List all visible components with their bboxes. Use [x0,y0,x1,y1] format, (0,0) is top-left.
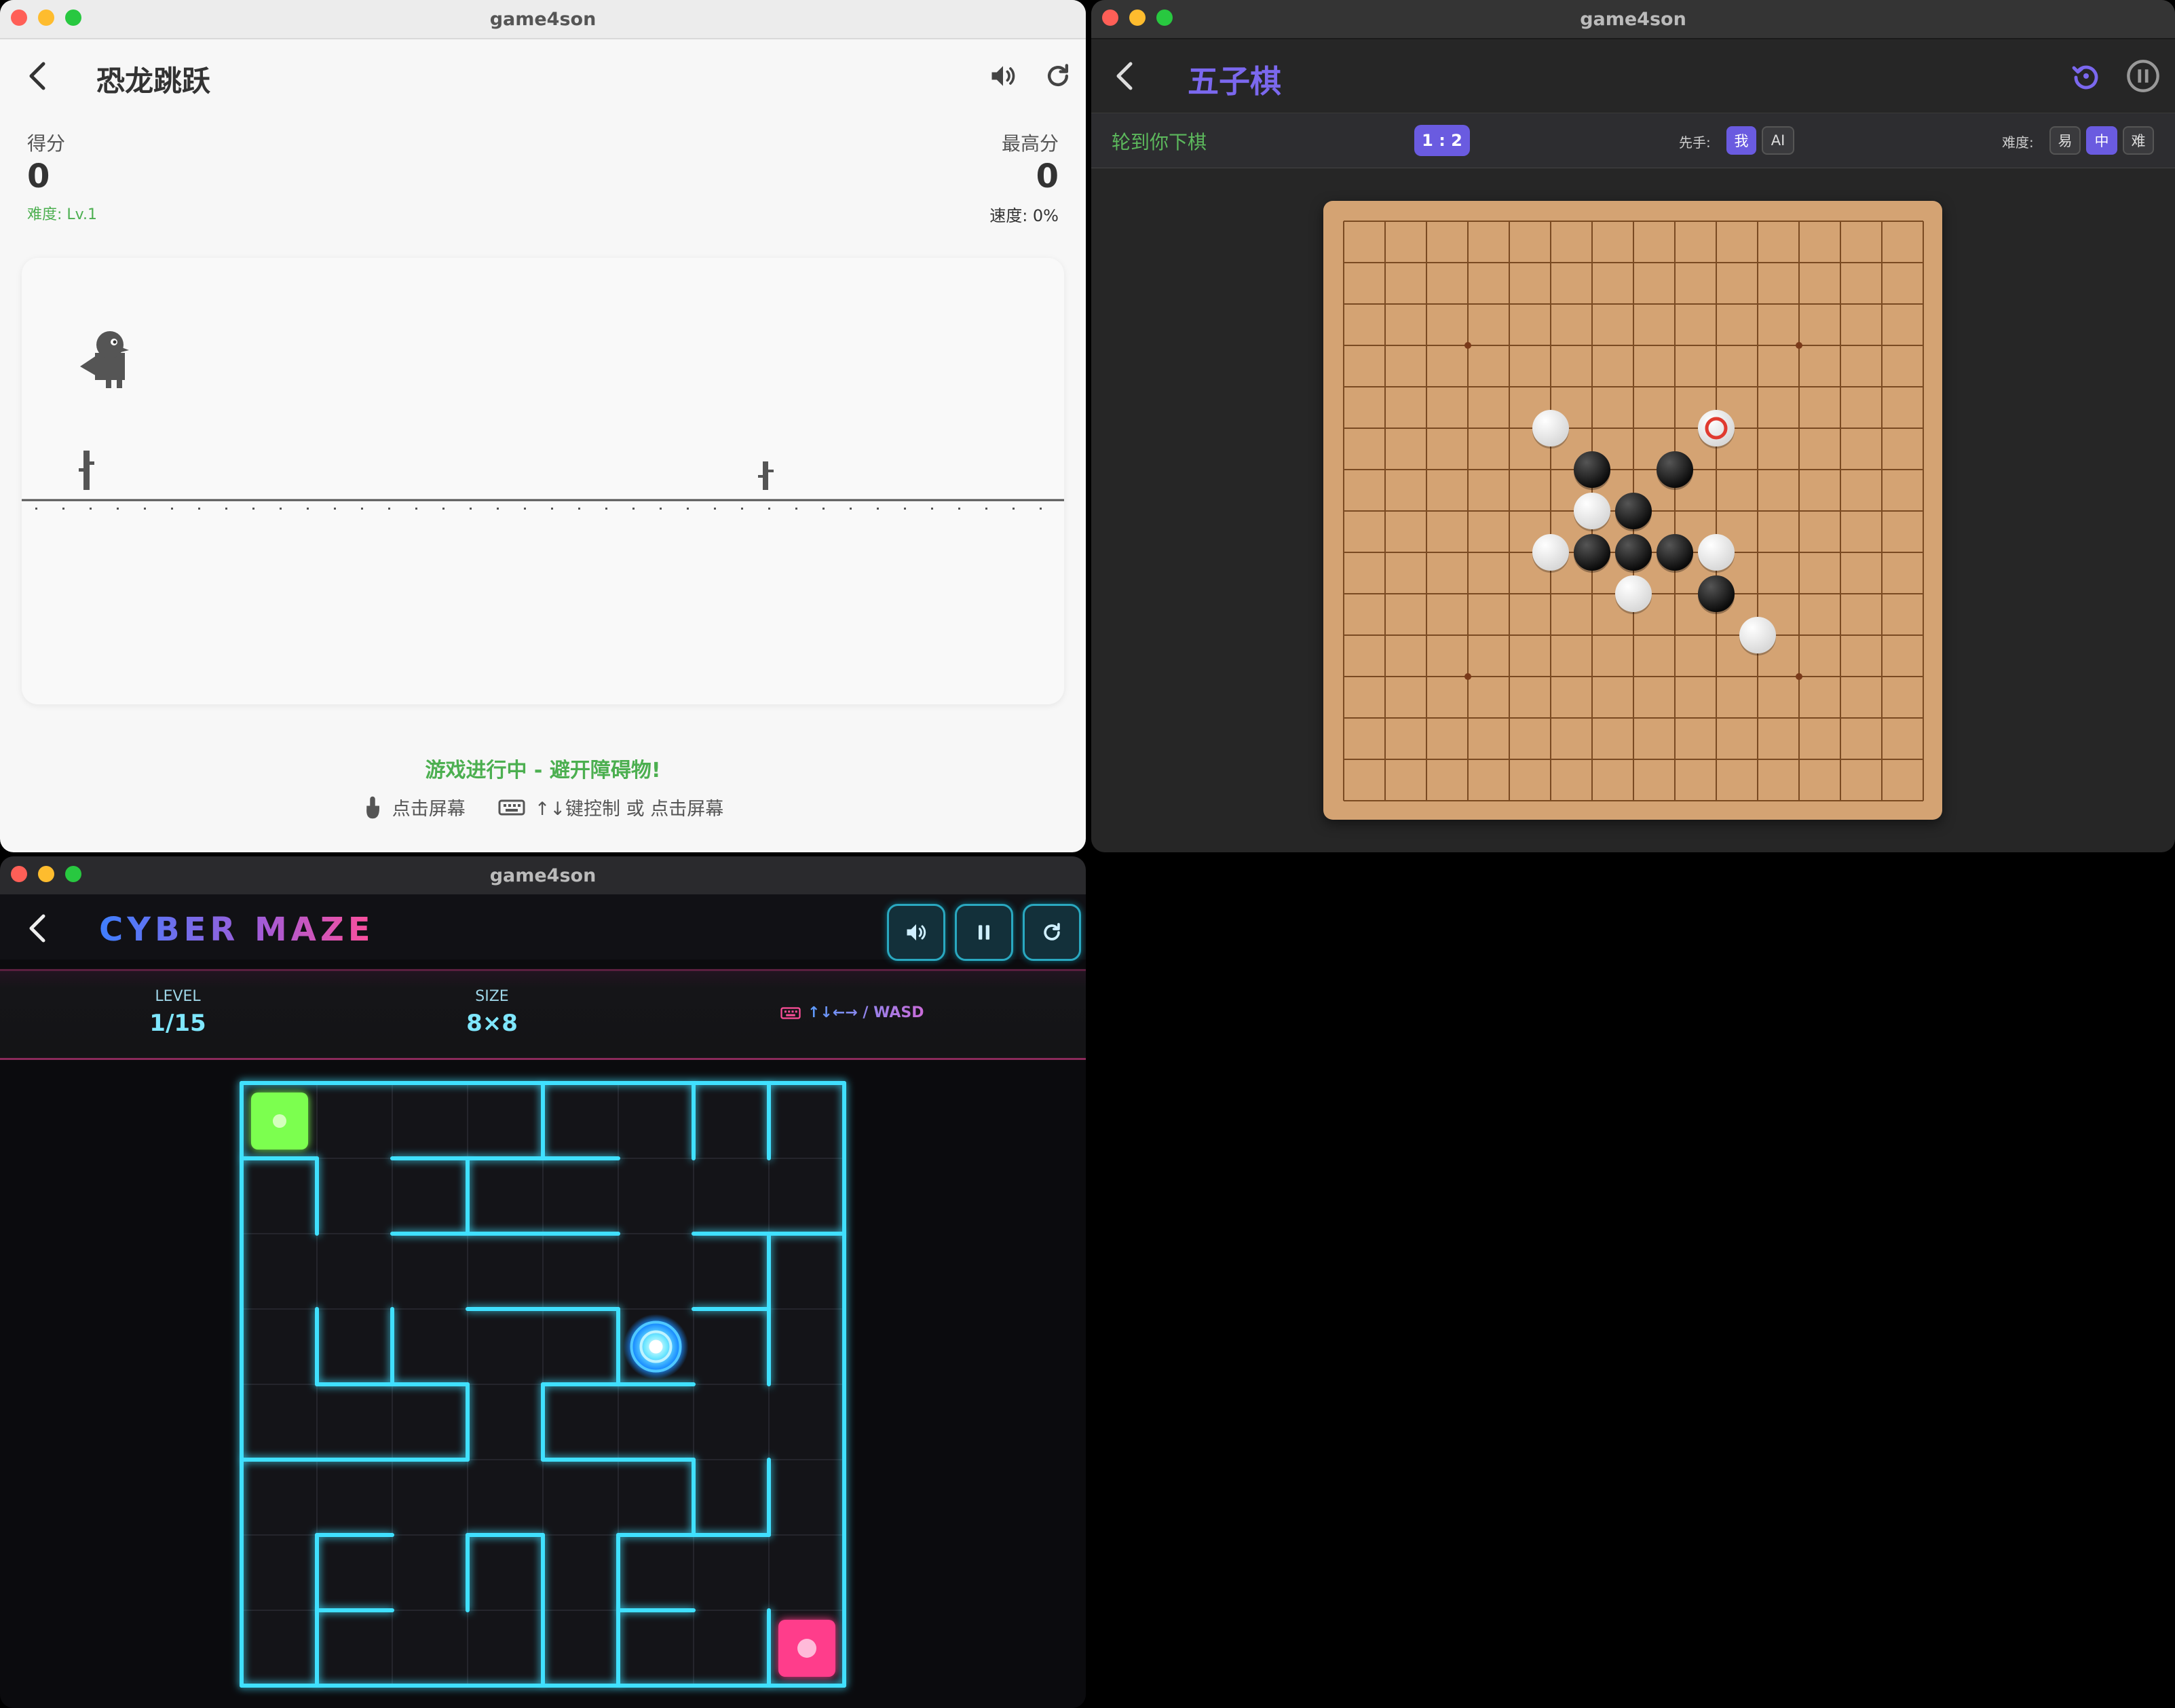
tap-icon [366,796,379,818]
score-label: 得分 [27,132,66,155]
game-canvas[interactable] [22,258,1064,704]
white-stone [1698,410,1735,447]
black-stone [1657,534,1693,571]
difficulty-medium[interactable]: 中 [2086,126,2117,155]
restart-icon [1044,923,1060,941]
white-stone [1739,617,1776,653]
close-window-button[interactable] [11,10,27,26]
cactus-obstacle [79,451,94,490]
first-player-label: 先手: [1679,134,1711,151]
status-message: 游戏进行中 - 避开障碍物! [425,759,661,782]
close-window-button[interactable] [1102,10,1118,26]
high-score-value: 0 [1036,157,1059,195]
sound-button[interactable] [887,904,945,961]
black-stone [1698,575,1735,612]
difficulty-label: 难度: [2002,134,2034,151]
restart-icon[interactable] [1043,61,1073,91]
level-value: 1/15 [149,1010,206,1037]
black-stone [1574,534,1610,571]
score-value: 0 [27,157,50,195]
gomoku-window: game4son 五子棋 轮到你下棋 1 : 2 先手: 我 AI 难度: 易 … [1091,0,2175,852]
white-stone [1532,534,1569,571]
white-stone [1574,493,1610,529]
white-stone [1615,575,1652,612]
window-title: game4son [489,865,597,886]
page-title: 五子棋 [1188,63,1281,100]
level-label: LEVEL [155,988,201,1005]
pause-icon [979,925,989,940]
first-option-ai[interactable]: AI [1762,126,1794,155]
undo-icon[interactable] [2070,60,2102,92]
titlebar[interactable]: game4son [0,856,1086,896]
black-stone [1615,534,1652,571]
difficulty-easy[interactable]: 易 [2049,126,2081,155]
pause-button[interactable] [955,904,1013,961]
difficulty-hard[interactable]: 难 [2123,126,2154,155]
size-value: 8×8 [466,1010,518,1037]
minimize-window-button[interactable] [1129,10,1146,26]
keyboard-icon [780,1006,801,1019]
difficulty-level: 难度: Lv.1 [27,206,97,223]
star-point [1464,673,1471,680]
hint-keys: ↑↓键控制 或 点击屏幕 [534,799,724,820]
keyboard-icon [498,799,525,815]
high-score-label: 最高分 [1001,132,1059,155]
speed-indicator: 速度: 0% [989,206,1059,225]
controls-hint: ↑↓←→ / WASD [780,1004,924,1021]
titlebar[interactable]: game4son [0,0,1086,39]
first-option-me[interactable]: 我 [1726,126,1756,155]
black-stone [1615,493,1652,529]
titlebar[interactable]: game4son [1091,0,2175,39]
black-stone [1574,451,1610,488]
zoom-window-button[interactable] [65,866,81,882]
controls-hint: 点击屏幕 ↑↓键控制 或 点击屏幕 [0,794,1086,820]
gomoku-board[interactable] [1323,201,1942,820]
cactus-obstacle [758,461,774,490]
sound-icon[interactable] [988,61,1018,91]
page-title: CYBER MAZE [99,911,375,949]
dino-sprite [80,331,129,388]
controls-text: ↑↓←→ / WASD [808,1004,924,1021]
minimize-window-button[interactable] [38,10,54,26]
close-window-button[interactable] [11,866,27,882]
star-point [1796,673,1802,680]
maze-board[interactable] [240,1081,846,1688]
white-stone [1532,410,1569,447]
window-title: game4son [489,8,597,30]
hint-tap: 点击屏幕 [392,799,466,820]
zoom-window-button[interactable] [1156,10,1173,26]
sound-icon [907,924,926,941]
maze-window: game4son CYBER MAZE LEVEL 1/15 SIZE 8×8 [0,856,1086,1708]
black-stone [1657,451,1693,488]
restart-button[interactable] [1023,904,1081,961]
pause-icon[interactable] [2125,58,2161,94]
star-point [1796,342,1802,349]
back-icon[interactable] [26,913,50,943]
dino-window: game4son 恐龙跳跃 得分 0 难度: Lv.1 最高分 0 速度: 0% [0,0,1086,852]
page-title: 恐龙跳跃 [96,64,211,98]
back-icon[interactable] [1113,61,1137,91]
minimize-window-button[interactable] [38,866,54,882]
turn-indicator: 轮到你下棋 [1112,131,1207,153]
zoom-window-button[interactable] [65,10,81,26]
star-point [1464,342,1471,349]
score-badge: 1 : 2 [1414,125,1470,156]
back-icon[interactable] [26,61,50,91]
size-label: SIZE [475,988,509,1005]
white-stone [1698,534,1735,571]
window-title: game4son [1580,8,1686,30]
